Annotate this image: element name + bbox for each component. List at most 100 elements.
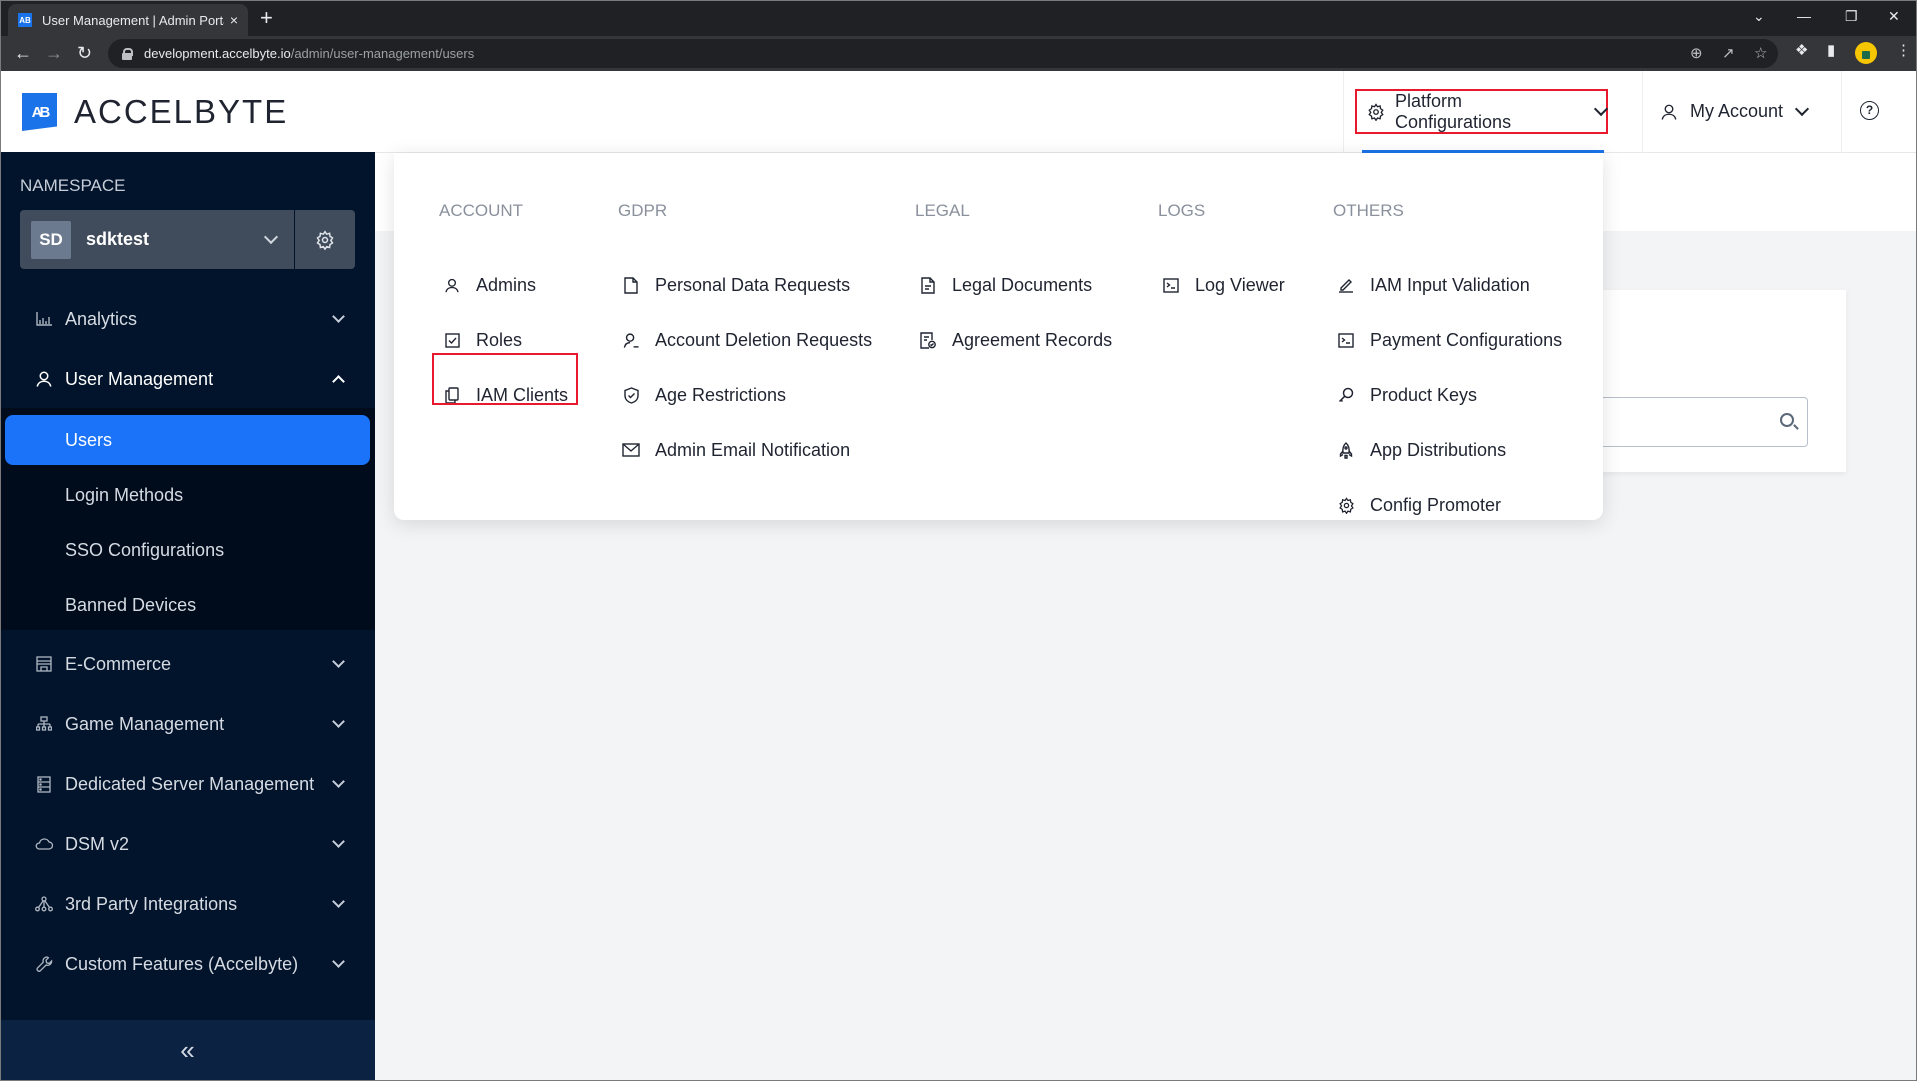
menu-item-config-promoter[interactable]: Config Promoter [1336,485,1501,525]
namespace-settings-button[interactable] [295,210,355,269]
key-icon [1336,385,1356,405]
menu-item-label: Legal Documents [952,274,1093,295]
menu-item-label: Account Deletion Requests [655,329,873,350]
browser-tab[interactable]: AB User Management | Admin Portal × [8,4,248,36]
platform-configurations-button[interactable]: Platform Configurations [1355,89,1609,134]
sidebar: NAMESPACE SD sdktest Analytics User Mana… [0,152,375,1081]
sidebar-subitem-users[interactable]: Users [5,415,370,465]
gear-icon [1336,495,1356,515]
user-icon [1660,103,1678,121]
mail-icon [621,440,641,460]
profile-avatar[interactable] [1855,42,1877,64]
collapse-sidebar-button[interactable]: « [0,1020,375,1081]
menu-item-label: App Distributions [1370,439,1507,460]
chevron-up-icon [332,375,345,388]
cloud-icon [34,834,54,854]
close-window-icon[interactable]: ✕ [1888,4,1900,28]
platform-configurations-menu: ACCOUNT Admins Roles IAM Clients GDPR Pe… [394,153,1603,520]
user-remove-icon [621,330,641,350]
menu-item-admin-email-notification[interactable]: Admin Email Notification [621,430,850,470]
sidebar-item-label: Game Management [65,713,225,734]
chevron-down-icon [1593,101,1609,116]
menu-section-legal: LEGAL [915,201,970,220]
sidebar-subitem-banned-devices[interactable]: Banned Devices [5,580,370,630]
menu-item-label: Log Viewer [1195,274,1285,295]
url-path: /admin/user-management/users [290,46,475,61]
sidebar-item-e-commerce[interactable]: E-Commerce [0,639,375,689]
back-icon[interactable]: ← [14,42,32,64]
namespace-avatar: SD [31,220,71,259]
help-icon[interactable]: ? [1860,101,1879,120]
sidebar-item-user-management[interactable]: User Management [0,354,375,404]
new-tab-button[interactable]: + [260,5,273,31]
tab-search-icon[interactable]: ⌄ [1753,4,1765,28]
menu-item-log-viewer[interactable]: Log Viewer [1161,265,1285,305]
menu-item-account-deletion-requests[interactable]: Account Deletion Requests [621,320,872,360]
rocket-icon [1336,440,1356,460]
sidebar-item-game-management[interactable]: Game Management [0,699,375,749]
extensions-icon[interactable]: ❖ [1795,41,1808,59]
sidebar-item-3rd-party-integrations[interactable]: 3rd Party Integrations [0,879,375,929]
menu-section-gdpr: GDPR [618,201,668,220]
checkbox-icon [442,330,462,350]
restore-icon[interactable]: ❐ [1845,4,1858,28]
menu-item-legal-documents[interactable]: Legal Documents [918,265,1092,305]
menu-item-payment-configurations[interactable]: Payment Configurations [1336,320,1562,360]
namespace-selector[interactable]: SD sdktest [20,210,294,269]
url-input[interactable]: development.accelbyte.io/admin/user-mana… [108,39,1778,68]
bookmark-star-icon[interactable]: ☆ [1754,44,1767,62]
lock-icon [122,47,133,60]
menu-item-age-restrictions[interactable]: Age Restrictions [621,375,786,415]
sidebar-item-dedicated-server-management[interactable]: Dedicated Server Management [0,759,375,809]
terminal-icon [1161,275,1181,295]
side-panel-icon[interactable]: ▮ [1827,41,1835,59]
shield-check-icon [621,385,641,405]
accelbyte-logo-icon: AB [22,93,57,131]
menu-item-personal-data-requests[interactable]: Personal Data Requests [621,265,850,305]
sidebar-item-label: E-Commerce [65,653,172,674]
my-account-button[interactable]: My Account [1660,89,1810,134]
pencil-icon [1336,275,1356,295]
menu-item-agreement-records[interactable]: Agreement Records [918,320,1112,360]
reload-icon[interactable]: ↻ [77,42,92,64]
sidebar-item-custom-features[interactable]: Custom Features (Accelbyte) [0,939,375,989]
menu-item-label: Agreement Records [952,329,1113,350]
sidebar-subitem-login-methods[interactable]: Login Methods [5,470,370,520]
share-icon[interactable]: ↗ [1722,44,1735,62]
sidebar-item-label: Analytics [65,308,138,329]
forward-icon[interactable]: → [45,42,63,64]
menu-item-label: Payment Configurations [1370,329,1563,350]
menu-item-product-keys[interactable]: Product Keys [1336,375,1477,415]
gear-icon [315,229,335,250]
menu-section-others: OTHERS [1333,201,1404,220]
chevron-down-icon [332,775,345,788]
tab-title: User Management | Admin Portal [42,12,224,28]
minimize-icon[interactable]: — [1797,4,1811,28]
gear-icon [1367,102,1385,121]
menu-item-app-distributions[interactable]: App Distributions [1336,430,1506,470]
wrench-icon [34,954,54,974]
user-icon [442,275,462,295]
menu-item-label: Personal Data Requests [655,274,851,295]
url-host: development.accelbyte.io [144,46,291,61]
sidebar-item-dsm-v2[interactable]: DSM v2 [0,819,375,869]
menu-section-account: ACCOUNT [439,201,524,220]
store-icon [34,654,54,674]
menu-item-iam-input-validation[interactable]: IAM Input Validation [1336,265,1530,305]
network-icon [34,894,54,914]
sidebar-subitem-sso-configurations[interactable]: SSO Configurations [5,525,370,575]
browser-menu-icon[interactable]: ⋮ [1896,41,1911,59]
user-icon [34,369,54,389]
menu-item-admins[interactable]: Admins [442,265,536,305]
sidebar-item-label: 3rd Party Integrations [65,893,238,914]
zoom-icon[interactable]: ⊕ [1690,44,1703,62]
iam-clients-highlight-box [432,353,578,405]
menu-item-label: Age Restrictions [655,384,787,405]
chevron-down-icon [1794,101,1810,116]
sidebar-item-analytics[interactable]: Analytics [0,294,375,344]
search-icon[interactable] [1780,413,1794,427]
file-icon [621,275,641,295]
menu-item-label: Roles [476,329,523,350]
tab-close-icon[interactable]: × [230,12,238,28]
chevron-down-icon [332,655,345,668]
